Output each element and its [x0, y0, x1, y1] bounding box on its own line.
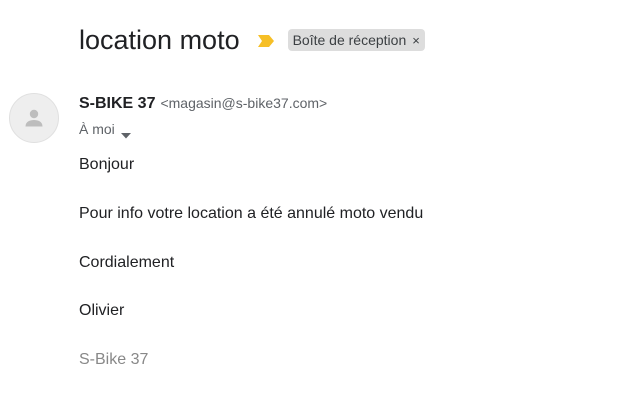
remove-label-icon[interactable]: × — [412, 34, 420, 47]
body-greeting: Bonjour — [79, 156, 135, 173]
label-chip-inbox[interactable]: Boîte de réception × — [287, 29, 425, 51]
caret-down-icon[interactable] — [120, 126, 131, 139]
sender-line: S-BIKE 37 <magasin@s-bike37.com> — [79, 95, 327, 113]
label-chip-text: Boîte de réception — [292, 32, 407, 48]
sender-name[interactable]: S-BIKE 37 — [79, 95, 155, 113]
recipient-details-toggle[interactable]: À moi — [79, 121, 131, 139]
body-signer: Olivier — [79, 302, 125, 319]
email-subject: location moto — [79, 25, 240, 55]
email-signature: S-Bike 37 — [79, 351, 149, 368]
recipient-text: À moi — [79, 121, 115, 137]
subject-row: location moto Boîte de réception × — [79, 22, 425, 58]
body-message: Pour info votre location a été annulé mo… — [79, 205, 424, 222]
person-icon — [25, 109, 43, 127]
importance-marker-icon[interactable] — [257, 34, 274, 47]
sender-avatar[interactable] — [9, 93, 59, 143]
sender-email: <magasin@s-bike37.com> — [160, 95, 328, 111]
body-closing: Cordialement — [79, 254, 175, 271]
email-view: location moto Boîte de réception × S-BIK… — [0, 0, 642, 412]
